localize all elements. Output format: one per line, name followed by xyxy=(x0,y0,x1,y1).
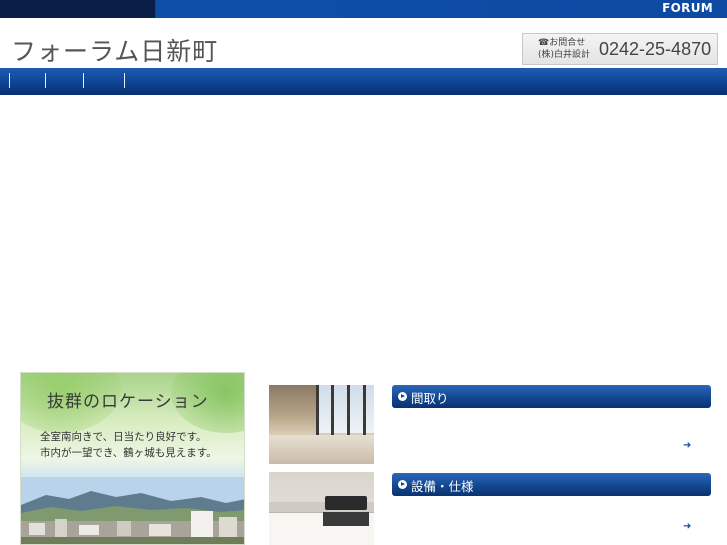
room-floor xyxy=(269,435,374,464)
floorplan-more-arrow-icon[interactable]: ➜ xyxy=(683,440,691,451)
nav-separator xyxy=(124,73,125,88)
site-header: フォーラム日新町 ☎お問合せ (株)白井設計 0242-25-4870 xyxy=(0,18,727,68)
section-equipment-header[interactable]: 設備・仕様 xyxy=(392,473,711,496)
contact-label: ☎お問合せ (株)白井設計 xyxy=(538,37,590,61)
city-mountain-photo xyxy=(21,477,244,544)
kitchen-stove xyxy=(325,496,367,510)
contact-label-line1: ☎お問合せ xyxy=(538,38,586,48)
circle-arrow-icon xyxy=(398,392,407,401)
window-frame xyxy=(363,385,366,435)
top-strip-dark-segment xyxy=(0,0,155,18)
nav-separator xyxy=(45,73,46,88)
nav-separator xyxy=(83,73,84,88)
brand-forum-label[interactable]: FORUM xyxy=(662,1,713,15)
contact-label-line2: (株)白井設計 xyxy=(538,50,591,60)
top-strip: FORUM xyxy=(0,0,727,18)
main-nav-bar xyxy=(0,68,727,95)
nav-separator xyxy=(9,73,10,88)
section-floorplan-header[interactable]: 間取り xyxy=(392,385,711,408)
kitchen-oven xyxy=(323,512,369,526)
contact-box: ☎お問合せ (株)白井設計 0242-25-4870 xyxy=(522,33,718,65)
window-frame xyxy=(331,385,334,435)
section-floorplan-title: 間取り xyxy=(411,391,449,406)
section-equipment-title: 設備・仕様 xyxy=(411,479,474,494)
kitchen-photo[interactable] xyxy=(269,472,374,545)
window-frame xyxy=(316,385,319,435)
location-description: 全室南向きで、日当たり良好です。 市内が一望でき、鶴ヶ城も見えます。 xyxy=(40,429,217,461)
location-desc-line2: 市内が一望でき、鶴ヶ城も見えます。 xyxy=(40,447,217,459)
site-title[interactable]: フォーラム日新町 xyxy=(11,32,218,68)
circle-arrow-icon xyxy=(398,480,407,489)
floorplan-room-photo[interactable] xyxy=(269,385,374,464)
contact-phone-number: 0242-25-4870 xyxy=(599,39,712,59)
location-banner[interactable]: 抜群のロケーション 全室南向きで、日当たり良好です。 市内が一望でき、鶴ヶ城も見… xyxy=(20,372,245,545)
equipment-more-arrow-icon[interactable]: ➜ xyxy=(683,521,691,532)
window-frame xyxy=(347,385,350,435)
location-heading: 抜群のロケーション xyxy=(47,392,209,412)
location-desc-line1: 全室南向きで、日当たり良好です。 xyxy=(40,431,207,443)
hero-area xyxy=(0,95,727,370)
